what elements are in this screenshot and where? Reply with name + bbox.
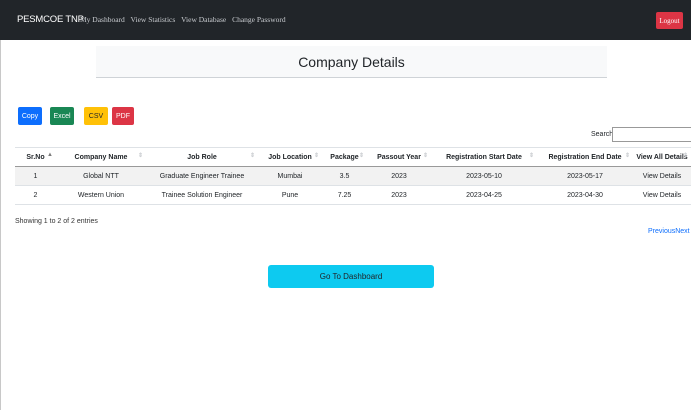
top-navbar: PESMCOE TNP My Dashboard View Statistics… — [0, 0, 691, 40]
company-table: Sr.No ▲ Company Name ⇕ Job Role ⇕ Job Locat… — [15, 147, 691, 205]
column-header-company-name[interactable]: Company Name ⇕ — [56, 147, 146, 167]
cell-srno: 2 — [15, 185, 56, 205]
cell-registration-start-date: 2023-04-25 — [431, 185, 537, 205]
go-to-dashboard-button[interactable]: Go To Dashboard — [268, 265, 434, 288]
cell-srno: 1 — [15, 166, 56, 186]
copy-button[interactable]: Copy — [18, 107, 42, 125]
column-header-srno[interactable]: Sr.No ▲ — [15, 147, 56, 167]
column-header-registration-end-date[interactable]: Registration End Date ⇕ — [537, 147, 633, 167]
search-input[interactable] — [612, 127, 691, 142]
cell-job-location: Mumbai — [258, 166, 322, 186]
sort-icon: ⇕ — [624, 153, 630, 159]
view-details-link[interactable]: View Details — [633, 166, 691, 186]
nav-link-change-password[interactable]: Change Password — [232, 15, 286, 24]
nav-link-view-statistics[interactable]: View Statistics — [131, 15, 176, 24]
cell-registration-end-date: 2023-05-17 — [537, 166, 633, 186]
cell-passout-year: 2023 — [367, 166, 431, 186]
column-header-passout-year[interactable]: Passout Year ⇕ — [367, 147, 431, 167]
cell-job-role: Graduate Engineer Trainee — [146, 166, 258, 186]
cell-company-name: Global NTT — [56, 166, 146, 186]
excel-button[interactable]: Excel — [50, 107, 74, 125]
column-header-view-all-details[interactable]: View All Details ⇕ — [633, 147, 691, 167]
column-header-registration-start-date[interactable]: Registration Start Date ⇕ — [431, 147, 537, 167]
nav-links: My Dashboard View Statistics View Databa… — [80, 0, 290, 40]
sort-icon: ⇕ — [249, 153, 255, 159]
cell-job-location: Pune — [258, 185, 322, 205]
nav-link-my-dashboard[interactable]: My Dashboard — [80, 15, 125, 24]
column-header-package[interactable]: Package ⇕ — [322, 147, 367, 167]
cell-job-role: Trainee Solution Engineer — [146, 185, 258, 205]
sort-icon: ⇕ — [313, 153, 319, 159]
sort-icon: ⇕ — [137, 153, 143, 159]
pagination: PreviousNext — [648, 228, 690, 235]
cell-registration-end-date: 2023-04-30 — [537, 185, 633, 205]
page-title: Company Details — [96, 46, 607, 78]
logout-button[interactable]: Logout — [656, 12, 683, 29]
table-row: 1 Global NTT Graduate Engineer Trainee M… — [15, 166, 691, 186]
table-info-text: Showing 1 to 2 of 2 entries — [15, 218, 98, 225]
cell-package: 3.5 — [322, 166, 367, 186]
sort-asc-icon: ▲ — [47, 152, 53, 158]
sort-icon: ⇕ — [682, 153, 688, 159]
table-row: 2 Western Union Trainee Solution Enginee… — [15, 185, 691, 205]
pagination-previous[interactable]: Previous — [648, 228, 675, 235]
cell-company-name: Western Union — [56, 185, 146, 205]
page-left-edge — [0, 40, 1, 410]
brand-link[interactable]: PESMCOE TNP — [17, 0, 84, 40]
csv-button[interactable]: CSV — [84, 107, 108, 125]
pdf-button[interactable]: PDF — [112, 107, 134, 125]
column-header-job-location[interactable]: Job Location ⇕ — [258, 147, 322, 167]
sort-icon: ⇕ — [422, 153, 428, 159]
sort-icon: ⇕ — [528, 153, 534, 159]
cell-package: 7.25 — [322, 185, 367, 205]
pagination-next[interactable]: Next — [675, 228, 689, 235]
cell-passout-year: 2023 — [367, 185, 431, 205]
table-header-row: Sr.No ▲ Company Name ⇕ Job Role ⇕ Job Locat… — [15, 147, 691, 167]
cell-registration-start-date: 2023-05-10 — [431, 166, 537, 186]
column-header-job-role[interactable]: Job Role ⇕ — [146, 147, 258, 167]
view-details-link[interactable]: View Details — [633, 185, 691, 205]
nav-link-view-database[interactable]: View Database — [181, 15, 226, 24]
sort-icon: ⇕ — [358, 153, 364, 159]
